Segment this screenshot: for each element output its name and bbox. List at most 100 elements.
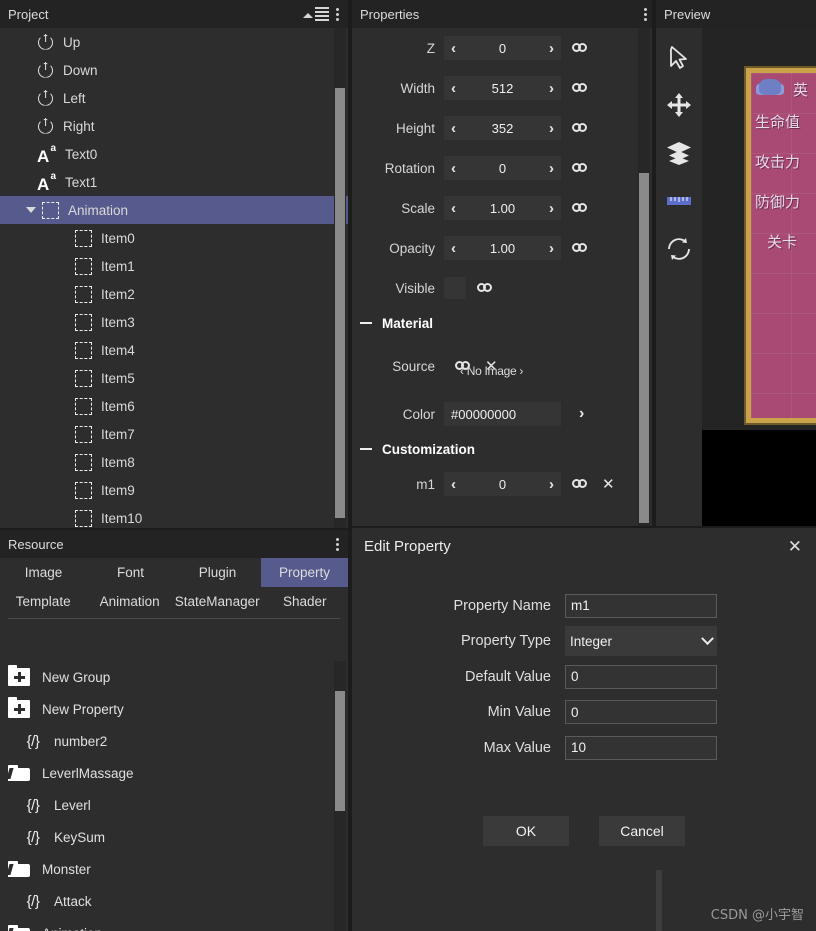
resource-item-keysum[interactable]: {/} KeySum [0,821,348,853]
spinner-value[interactable]: 512 [492,81,514,96]
color-expand-icon[interactable]: › [579,405,584,423]
project-scrollbar-thumb[interactable] [335,88,345,518]
tree-item-item6[interactable]: Item6 [0,392,348,420]
link-icon[interactable] [572,202,592,214]
resource-item-leverlmassage[interactable]: LeverlMassage [0,757,348,789]
tree-item-item7[interactable]: Item7 [0,420,348,448]
spinner-value[interactable]: 352 [492,121,514,136]
tree-item-item10[interactable]: Item10 [0,504,348,530]
tree-item-text1[interactable]: Aa Text1 [0,168,348,196]
ok-button[interactable]: OK [483,816,569,846]
spinner-z[interactable]: ‹ 0 › [444,36,561,60]
property-type-select[interactable]: Integer [565,626,717,657]
properties-scrollbar-thumb[interactable] [639,173,649,523]
section-material[interactable]: Material [352,308,656,338]
decrement-icon[interactable]: ‹ [451,161,456,176]
spinner-opacity[interactable]: ‹ 1.00 › [444,236,561,260]
chevron-down-icon[interactable] [26,207,36,213]
spinner-scale[interactable]: ‹ 1.00 › [444,196,561,220]
move-icon[interactable] [664,90,694,120]
tree-item-item1[interactable]: Item1 [0,252,348,280]
editdialog-scrollbar-thumb[interactable] [656,870,662,931]
divider-properties-preview[interactable] [652,0,656,528]
divider-project-resource[interactable] [0,528,348,530]
tree-item-item9[interactable]: Item9 [0,476,348,504]
spinner-value[interactable]: 1.00 [490,201,515,216]
tree-item-down[interactable]: Down [0,56,348,84]
project-kebab-menu-icon[interactable] [336,6,340,22]
spinner-value[interactable]: 1.00 [490,241,515,256]
decrement-icon[interactable]: ‹ [451,81,456,96]
divider-properties-editdialog[interactable] [352,526,816,528]
increment-icon[interactable]: › [549,241,554,256]
spinner-rotation[interactable]: ‹ 0 › [444,156,561,180]
cancel-button[interactable]: Cancel [599,816,685,846]
tab-template[interactable]: Template [0,587,86,616]
tree-item-animation[interactable]: Animation [0,196,348,224]
divider-project-properties[interactable] [348,0,352,931]
tree-item-item0[interactable]: Item0 [0,224,348,252]
resource-scrollbar-thumb[interactable] [335,691,345,811]
clear-icon[interactable]: ✕ [602,477,615,492]
min-value-input[interactable] [565,700,717,725]
link-icon[interactable] [572,42,592,54]
tree-item-item8[interactable]: Item8 [0,448,348,476]
close-icon[interactable]: ✕ [788,538,802,555]
layers-icon[interactable] [664,138,694,168]
editdialog-scrollbar[interactable] [655,870,663,931]
resource-item-new-property[interactable]: New Property [0,693,348,725]
resource-item-attack[interactable]: {/} Attack [0,885,348,917]
decrement-icon[interactable]: ‹ [451,477,456,492]
collapse-icon[interactable] [360,322,372,324]
tree-item-item5[interactable]: Item5 [0,364,348,392]
refresh-icon[interactable] [664,234,694,264]
tab-image[interactable]: Image [0,558,87,587]
link-icon[interactable] [572,82,592,94]
link-icon[interactable] [572,478,592,490]
increment-icon[interactable]: › [549,477,554,492]
default-value-input[interactable] [565,664,717,689]
cursor-icon[interactable] [664,42,694,72]
increment-icon[interactable]: › [549,161,554,176]
chevron-down-icon[interactable] [701,632,714,645]
property-name-input[interactable] [565,593,717,618]
section-customization[interactable]: Customization [352,434,656,464]
properties-scrollbar[interactable] [638,28,650,528]
resource-list[interactable]: New Group New Property {/} number2 LeverlMas… [0,661,348,931]
resource-item-leverl[interactable]: {/} Leverl [0,789,348,821]
visible-checkbox[interactable] [444,277,466,299]
sort-list-icon[interactable] [303,7,329,21]
tab-animation[interactable]: Animation [86,587,172,616]
increment-icon[interactable]: › [549,121,554,136]
increment-icon[interactable]: › [549,201,554,216]
spinner-value[interactable]: 0 [499,477,506,492]
decrement-icon[interactable]: ‹ [451,241,456,256]
increment-icon[interactable]: › [549,81,554,96]
decrement-icon[interactable]: ‹ [451,121,456,136]
project-tree[interactable]: Up Down Left Right Aa Text0 Aa Text1 Animation It… [0,28,348,530]
link-icon[interactable] [572,162,592,174]
link-icon[interactable] [572,122,592,134]
tree-item-left[interactable]: Left [0,84,348,112]
tab-plugin[interactable]: Plugin [174,558,261,587]
tab-property[interactable]: Property [261,558,348,587]
link-icon[interactable] [572,242,592,254]
project-scrollbar[interactable] [334,28,346,530]
ruler-icon[interactable] [664,186,694,216]
properties-kebab-menu-icon[interactable] [644,6,648,22]
tree-item-item4[interactable]: Item4 [0,336,348,364]
link-icon[interactable] [455,360,475,372]
spinner-height[interactable]: ‹ 352 › [444,116,561,140]
increment-icon[interactable]: › [549,41,554,56]
tree-item-text0[interactable]: Aa Text0 [0,140,348,168]
tab-statemanager[interactable]: StateManager [173,587,262,616]
color-value-field[interactable]: #00000000 [444,402,561,426]
collapse-icon[interactable] [360,448,372,450]
tree-item-item2[interactable]: Item2 [0,280,348,308]
tree-item-up[interactable]: Up [0,28,348,56]
tree-item-item3[interactable]: Item3 [0,308,348,336]
decrement-icon[interactable]: ‹ [451,201,456,216]
resource-item-monster[interactable]: Monster [0,853,348,885]
max-value-input[interactable] [565,735,717,760]
resource-item-animation[interactable]: Animation [0,917,348,931]
